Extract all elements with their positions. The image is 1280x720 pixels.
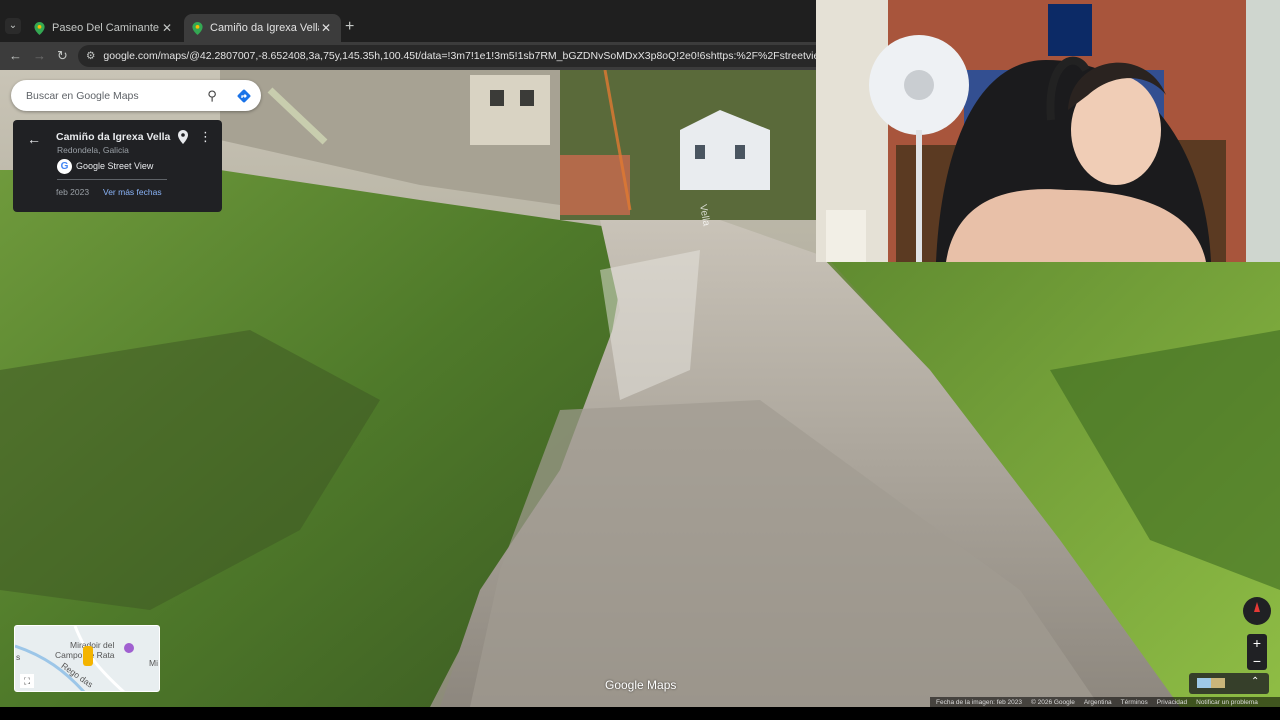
tab-close-icon[interactable]: ✕ — [160, 21, 174, 35]
zoom-in-button[interactable]: + — [1247, 634, 1267, 652]
address-bar[interactable]: ⚙ google.com/maps/@42.2807007,-8.652408,… — [78, 45, 816, 67]
google-maps-watermark: Google Maps — [605, 678, 677, 692]
tab-title: Paseo Del Caminante - Google — [52, 22, 160, 34]
webcam-overlay — [816, 0, 1280, 262]
maps-search-box[interactable]: Buscar en Google Maps ⚲ — [11, 80, 261, 111]
google-maps-favicon-icon — [34, 21, 45, 35]
minimap[interactable]: Miradoir del Campo de Rata Rego das s Mi… — [14, 625, 160, 692]
image-source: Google Street View — [76, 161, 154, 171]
tab-search-icon[interactable]: ⌄ — [5, 18, 21, 34]
capture-date: feb 2023 — [56, 187, 90, 197]
back-icon[interactable]: ← — [9, 48, 22, 63]
site-settings-icon[interactable]: ⚙ — [86, 50, 95, 62]
minimap-label: Mi — [149, 658, 158, 668]
forward-icon[interactable]: → — [33, 48, 46, 63]
bottom-border — [0, 707, 1280, 720]
image-date: Fecha de la imagen: feb 2023 — [936, 698, 1023, 706]
google-logo-icon: G — [57, 159, 72, 174]
divider — [57, 179, 167, 180]
report-problem-link[interactable]: Notificar un problema — [1196, 699, 1258, 706]
search-icon[interactable]: ⚲ — [197, 88, 227, 104]
street-view-info-card: ← Camiño da Igrexa Vella ⋮ Redondela, Ga… — [13, 120, 222, 212]
copyright: © 2026 Google — [1031, 698, 1075, 706]
more-dates-link[interactable]: Ver más fechas — [103, 187, 162, 197]
pegman-icon[interactable] — [83, 646, 93, 666]
more-options-icon[interactable]: ⋮ — [199, 129, 212, 145]
browser-toolbar: ← → ↻ ⚙ google.com/maps/@42.2807007,-8.6… — [0, 42, 816, 70]
location-pin-icon[interactable] — [178, 130, 188, 149]
expand-map-icon[interactable]: ⛶ — [20, 674, 34, 688]
new-tab-button[interactable]: + — [345, 18, 354, 36]
back-arrow-icon[interactable]: ← — [27, 131, 41, 147]
country-link[interactable]: Argentina — [1084, 699, 1112, 706]
layer-thumbnails[interactable] — [1197, 678, 1225, 688]
browser-tabstrip: ⌄ Paseo Del Caminante - Google ✕ Camiño … — [0, 0, 816, 42]
place-region: Redondela, Galicia — [57, 145, 129, 155]
privacy-link[interactable]: Privacidad — [1157, 699, 1187, 706]
terms-link[interactable]: Términos — [1121, 699, 1148, 706]
zoom-controls: + − — [1247, 634, 1267, 670]
compass-icon[interactable] — [1243, 597, 1271, 625]
maps-footer: Fecha de la imagen: feb 2023 © 2026 Goog… — [930, 697, 1280, 707]
imagery-layers-control[interactable]: ⌃ — [1189, 673, 1269, 694]
directions-icon[interactable] — [227, 88, 261, 104]
reload-icon[interactable]: ↻ — [57, 48, 68, 64]
minimap-label: s — [16, 652, 21, 662]
zoom-out-button[interactable]: − — [1247, 652, 1267, 670]
search-input[interactable]: Buscar en Google Maps — [26, 90, 197, 102]
google-maps-favicon-icon — [192, 21, 203, 35]
address-text: google.com/maps/@42.2807007,-8.652408,3a… — [103, 50, 816, 62]
tab-title: Camiño da Igrexa Vella - Googl — [210, 22, 319, 34]
expand-up-icon[interactable]: ⌃ — [1251, 676, 1259, 687]
webcam-image — [816, 0, 1280, 262]
place-name: Camiño da Igrexa Vella — [56, 131, 171, 143]
tab-camino-da-igrexa-vella[interactable]: Camiño da Igrexa Vella - Googl ✕ — [184, 14, 341, 42]
tab-paseo-del-caminante[interactable]: Paseo Del Caminante - Google ✕ — [26, 14, 182, 42]
tab-close-icon[interactable]: ✕ — [319, 21, 333, 35]
